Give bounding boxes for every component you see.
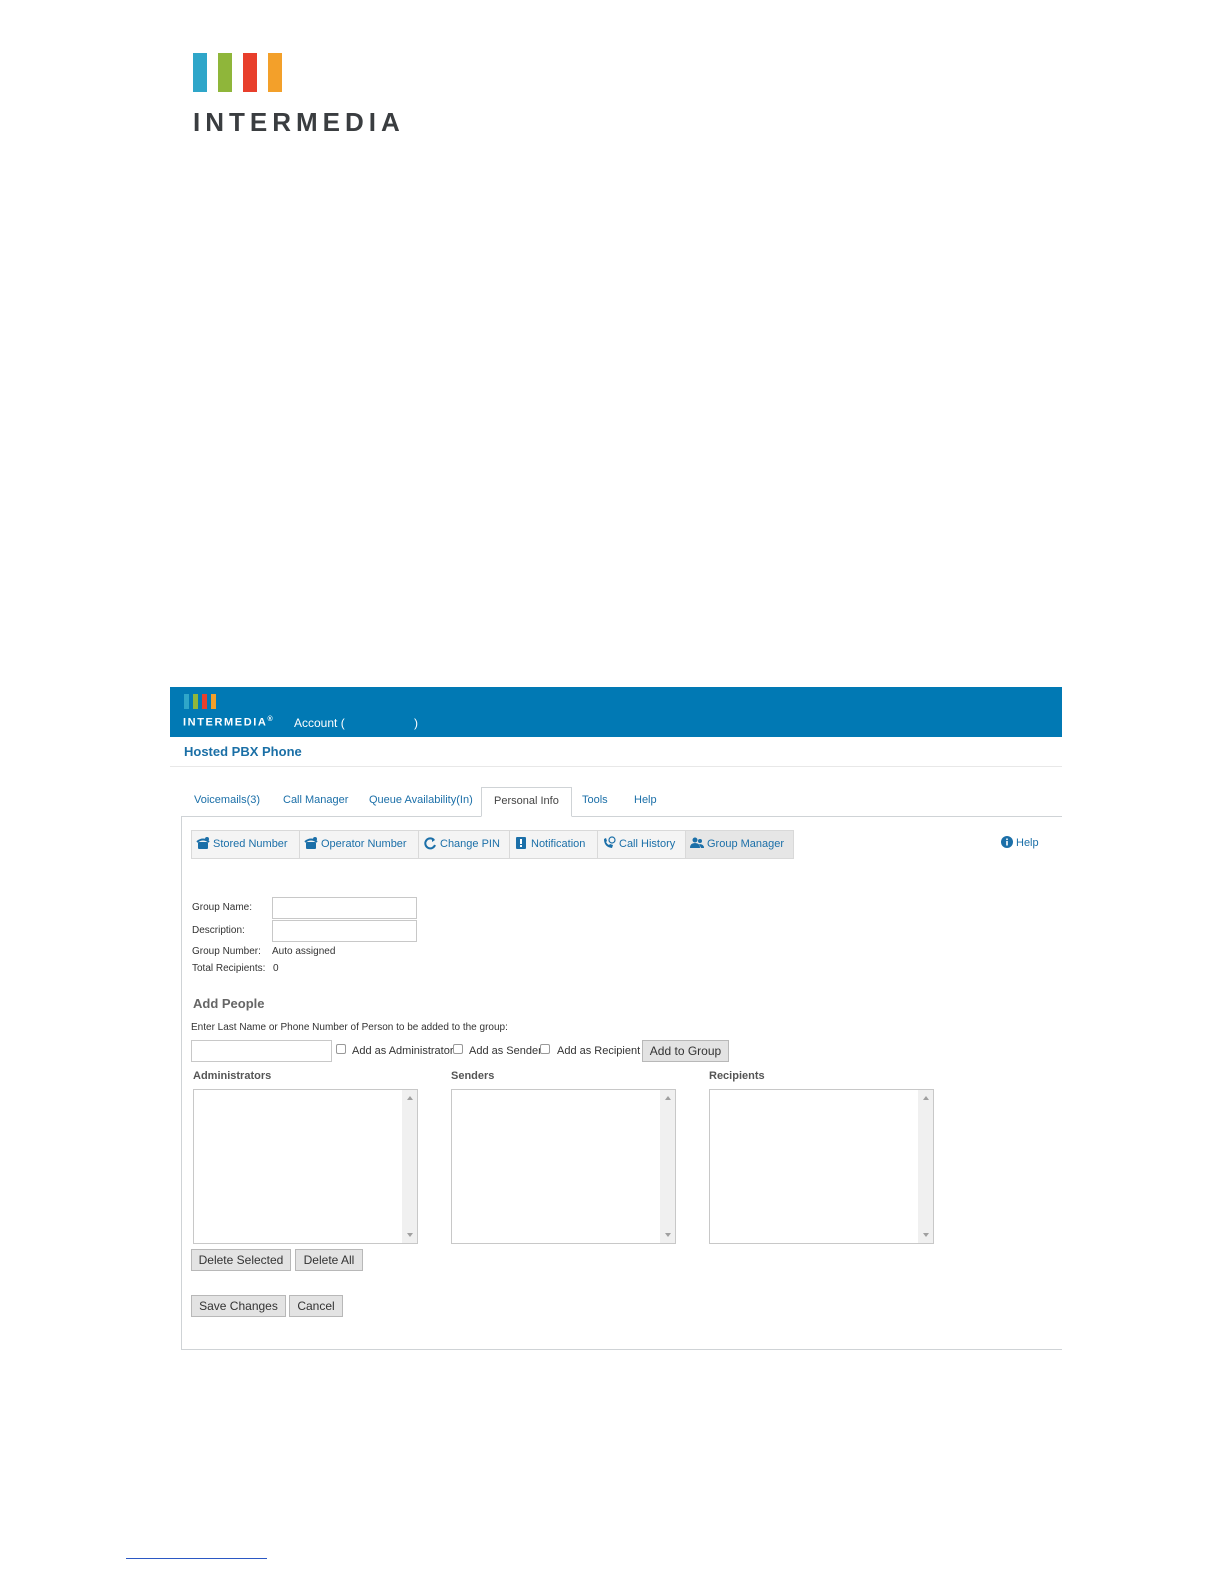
- add-people-instruction: Enter Last Name or Phone Number of Perso…: [191, 1022, 508, 1033]
- recipients-listbox[interactable]: [709, 1089, 934, 1244]
- account-label[interactable]: Account (: [294, 716, 345, 730]
- person-search-input[interactable]: [191, 1040, 332, 1062]
- subtab-stored-number[interactable]: Stored Number: [192, 831, 300, 858]
- scroll-up-icon[interactable]: [665, 1096, 671, 1100]
- group-number-label: Group Number:: [192, 946, 261, 957]
- scrollbar[interactable]: [918, 1090, 933, 1243]
- scroll-down-icon[interactable]: [665, 1233, 671, 1237]
- scroll-down-icon[interactable]: [407, 1233, 413, 1237]
- logo-bar: [193, 694, 198, 709]
- logo-bar: [184, 694, 189, 709]
- delete-selected-button[interactable]: Delete Selected: [191, 1249, 291, 1271]
- group-name-label: Group Name:: [192, 902, 253, 913]
- subtab-notification[interactable]: Notification: [510, 831, 598, 858]
- subtab-label: Stored Number: [213, 838, 288, 850]
- tab-tools[interactable]: Tools: [582, 787, 608, 816]
- divider: [170, 766, 1062, 767]
- personal-info-subtabs: Stored Number Operator Number Change PIN…: [191, 830, 794, 859]
- add-as-administrator-checkbox[interactable]: [336, 1044, 346, 1054]
- group-number-value: Auto assigned: [272, 946, 336, 957]
- logo-bar: [202, 694, 207, 709]
- add-as-recipient-checkbox[interactable]: [540, 1044, 550, 1054]
- footnote-separator: [126, 1558, 267, 1559]
- subtab-operator-number[interactable]: Operator Number: [300, 831, 419, 858]
- logo-bar: [268, 53, 282, 92]
- add-people-heading: Add People: [193, 996, 265, 1011]
- registered-mark: ®: [267, 716, 275, 723]
- users-icon: [690, 837, 704, 849]
- recipients-heading: Recipients: [709, 1070, 765, 1082]
- logo-bar: [193, 53, 207, 92]
- alert-icon: [516, 837, 526, 850]
- scrollbar[interactable]: [402, 1090, 417, 1243]
- add-as-sender-label: Add as Sender: [469, 1045, 542, 1057]
- subtab-label: Notification: [531, 838, 586, 850]
- help-link[interactable]: Help: [1001, 836, 1039, 849]
- senders-listbox[interactable]: [451, 1089, 676, 1244]
- save-changes-button[interactable]: Save Changes: [191, 1295, 286, 1317]
- logo-bar: [243, 53, 257, 92]
- phone-star-icon: [304, 837, 318, 850]
- product-title: Hosted PBX Phone: [184, 744, 302, 759]
- administrators-heading: Administrators: [193, 1070, 272, 1082]
- add-as-recipient-label: Add as Recipient: [557, 1045, 641, 1057]
- app-window: INTERMEDIA® Account ( ) Hosted PBX Phone…: [170, 687, 1062, 1350]
- subtab-label: Change PIN: [440, 838, 500, 850]
- header-brand-text: INTERMEDIA: [183, 716, 268, 729]
- content-border: [181, 816, 182, 1350]
- phone-history-icon: [604, 836, 616, 849]
- total-recipients-value: 0: [273, 963, 279, 974]
- refresh-icon: [424, 837, 436, 850]
- tab-call-manager[interactable]: Call Manager: [283, 787, 348, 816]
- administrators-listbox[interactable]: [193, 1089, 418, 1244]
- phone-star-icon: [196, 837, 210, 850]
- logo-wordmark: INTERMEDIA: [193, 107, 405, 137]
- add-as-administrator-label: Add as Administrator: [352, 1045, 454, 1057]
- content-border: [181, 1349, 1062, 1350]
- scrollbar[interactable]: [660, 1090, 675, 1243]
- scroll-down-icon[interactable]: [923, 1233, 929, 1237]
- total-recipients-label: Total Recipients:: [192, 963, 266, 974]
- header-logo[interactable]: INTERMEDIA®: [183, 716, 274, 729]
- description-label: Description:: [192, 925, 245, 936]
- tab-divider: [181, 816, 1062, 817]
- subtab-group-manager[interactable]: Group Manager: [686, 831, 793, 858]
- subtab-label: Group Manager: [707, 838, 785, 850]
- help-label: Help: [1016, 837, 1039, 849]
- logo-bar: [218, 53, 232, 92]
- tab-personal-info[interactable]: Personal Info: [481, 787, 572, 817]
- tab-help[interactable]: Help: [634, 787, 657, 816]
- delete-all-button[interactable]: Delete All: [295, 1249, 363, 1271]
- description-input[interactable]: [272, 920, 417, 942]
- account-label-close: ): [414, 716, 418, 730]
- app-header: INTERMEDIA® Account ( ): [170, 687, 1062, 737]
- subtab-label: Operator Number: [321, 838, 407, 850]
- subtab-call-history[interactable]: Call History: [598, 831, 686, 858]
- info-icon: [1001, 836, 1013, 849]
- scroll-up-icon[interactable]: [407, 1096, 413, 1100]
- scroll-up-icon[interactable]: [923, 1096, 929, 1100]
- group-name-input[interactable]: [272, 897, 417, 919]
- tab-queue-availability[interactable]: Queue Availability(In): [369, 787, 473, 816]
- tab-voicemails[interactable]: Voicemails(3): [194, 787, 260, 816]
- add-as-sender-checkbox[interactable]: [453, 1044, 463, 1054]
- subtab-label: Call History: [619, 838, 676, 850]
- cancel-button[interactable]: Cancel: [289, 1295, 343, 1317]
- subtab-change-pin[interactable]: Change PIN: [419, 831, 510, 858]
- add-to-group-button[interactable]: Add to Group: [642, 1040, 729, 1062]
- senders-heading: Senders: [451, 1070, 495, 1082]
- logo-bar: [211, 694, 216, 709]
